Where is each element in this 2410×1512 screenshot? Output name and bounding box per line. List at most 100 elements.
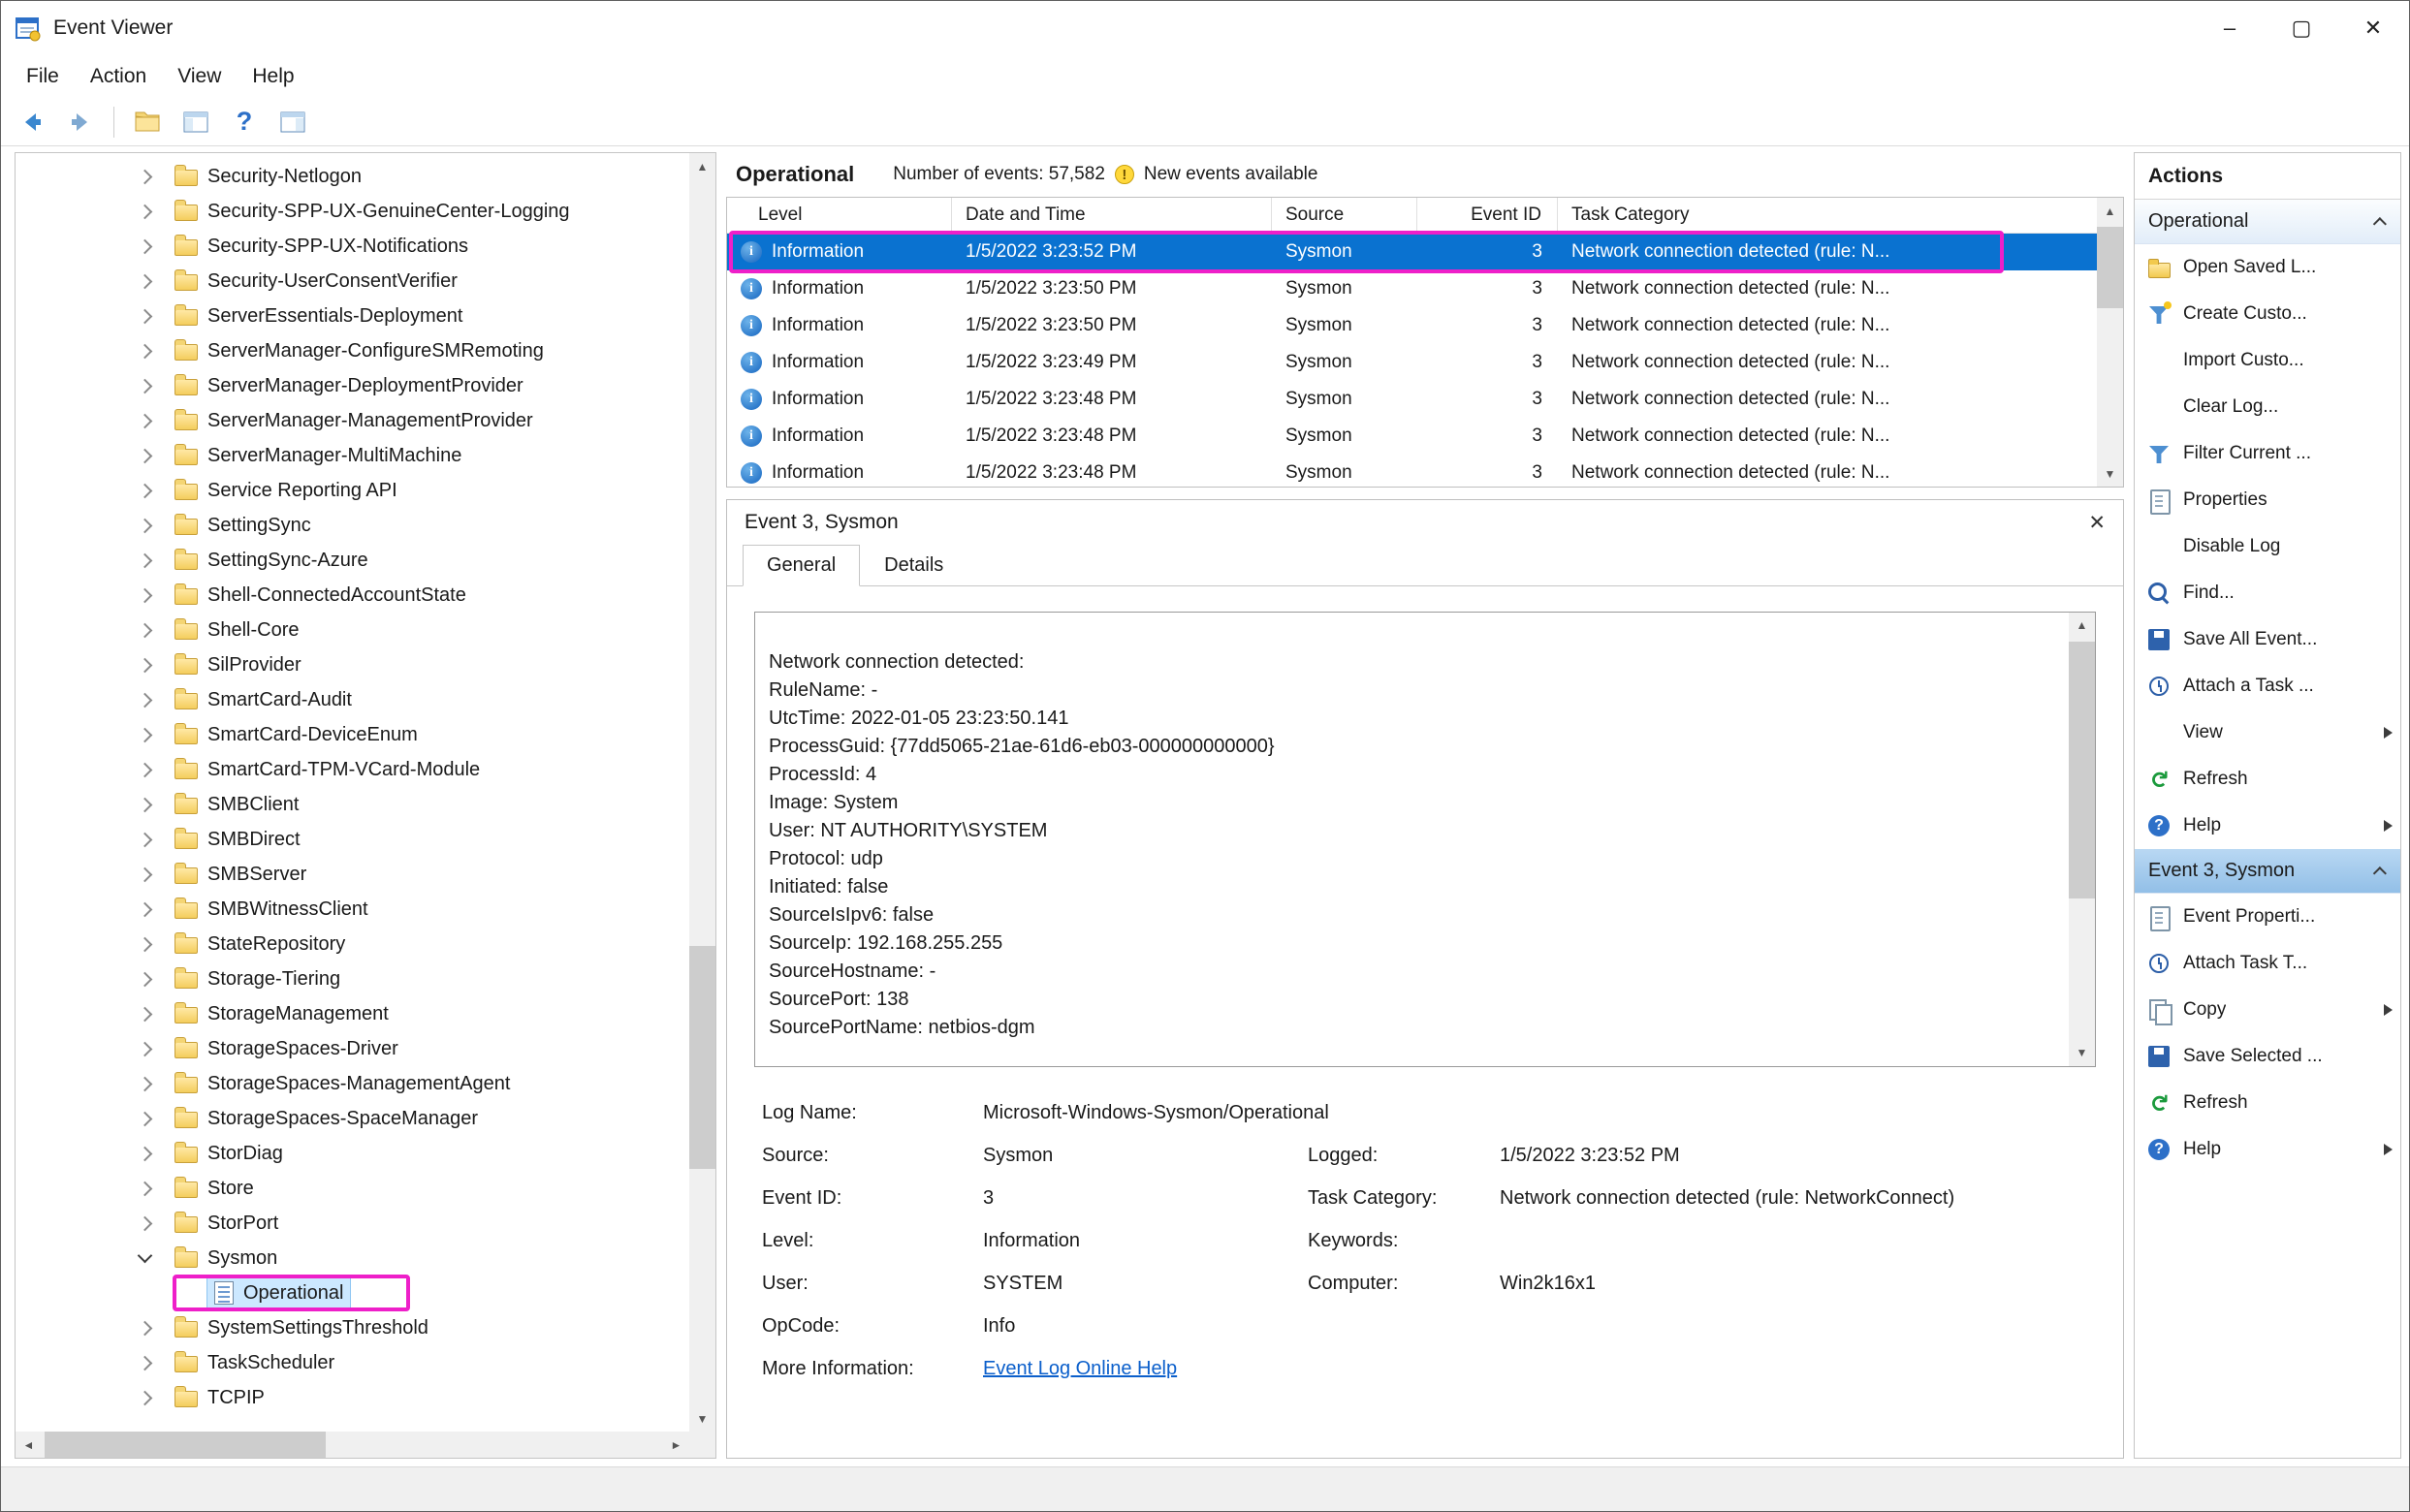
column-header-source[interactable]: Source: [1272, 198, 1417, 233]
tree-item-body[interactable]: SmartCard-DeviceEnum: [168, 721, 425, 749]
tree-item[interactable]: Shell-Core: [16, 613, 689, 647]
tree-item-body[interactable]: SMBServer: [168, 861, 313, 889]
expand-chevron-icon[interactable]: [138, 866, 153, 882]
tree-item-body[interactable]: TCPIP: [168, 1384, 271, 1412]
close-button[interactable]: ✕: [2337, 1, 2409, 55]
maximize-button[interactable]: ▢: [2266, 1, 2337, 55]
tree-item-body[interactable]: Sysmon: [168, 1244, 284, 1273]
column-header-level[interactable]: Level: [727, 198, 952, 233]
expand-chevron-icon[interactable]: [138, 204, 153, 219]
action-item[interactable]: Clear Log...: [2135, 384, 2400, 430]
action-item[interactable]: Open Saved L...: [2135, 244, 2400, 291]
tree-item[interactable]: TCPIP: [16, 1380, 689, 1415]
tree-item[interactable]: StorageSpaces-Driver: [16, 1031, 689, 1066]
tree-item[interactable]: StateRepository: [16, 927, 689, 961]
tree-item-body[interactable]: StorPort: [168, 1210, 285, 1238]
action-item[interactable]: Import Custo...: [2135, 337, 2400, 384]
event-row[interactable]: Information 1/5/2022 3:23:50 PM Sysmon 3…: [727, 307, 2097, 344]
action-item[interactable]: Attach Task T...: [2135, 940, 2400, 987]
tab-details[interactable]: Details: [860, 545, 967, 586]
scroll-thumb[interactable]: [45, 1432, 326, 1458]
tree-item[interactable]: SmartCard-Audit: [16, 682, 689, 717]
expand-chevron-icon[interactable]: [138, 518, 153, 533]
events-vertical-scrollbar[interactable]: ▲ ▼: [2097, 198, 2123, 487]
scroll-left-icon[interactable]: ◄: [16, 1432, 42, 1458]
tree-item[interactable]: SettingSync: [16, 508, 689, 543]
scroll-up-icon[interactable]: ▲: [2069, 613, 2095, 639]
action-section-header-event[interactable]: Event 3, Sysmon: [2135, 849, 2400, 894]
tree-item[interactable]: SMBDirect: [16, 822, 689, 857]
expand-chevron-icon[interactable]: [138, 1006, 153, 1022]
tree-item[interactable]: ServerEssentials-Deployment: [16, 299, 689, 333]
event-row[interactable]: Information 1/5/2022 3:23:49 PM Sysmon 3…: [727, 344, 2097, 381]
action-item[interactable]: Event Properti...: [2135, 894, 2400, 940]
tree-item-body[interactable]: Security-UserConsentVerifier: [168, 268, 464, 296]
tree-item-body[interactable]: Security-Netlogon: [168, 163, 368, 191]
action-item[interactable]: Help: [2135, 803, 2400, 849]
expand-chevron-icon[interactable]: [138, 587, 153, 603]
tree-item-body[interactable]: ServerManager-ConfigureSMRemoting: [168, 337, 551, 365]
tree-item-body[interactable]: StorageManagement: [168, 1000, 396, 1028]
tree-item[interactable]: Operational: [16, 1276, 689, 1310]
expand-chevron-icon[interactable]: [138, 1390, 153, 1405]
tree-item-body[interactable]: Security-SPP-UX-Notifications: [168, 233, 475, 261]
action-item[interactable]: Save All Event...: [2135, 616, 2400, 663]
action-item[interactable]: Copy: [2135, 987, 2400, 1033]
expand-chevron-icon[interactable]: [138, 692, 153, 708]
menu-item[interactable]: File: [11, 55, 75, 98]
event-row[interactable]: Information 1/5/2022 3:23:50 PM Sysmon 3…: [727, 270, 2097, 307]
expand-chevron-icon[interactable]: [138, 273, 153, 289]
tree-item[interactable]: SMBServer: [16, 857, 689, 892]
action-item[interactable]: Refresh: [2135, 1080, 2400, 1126]
tree-item-body[interactable]: SystemSettingsThreshold: [168, 1314, 435, 1342]
tree-item-body[interactable]: Shell-Core: [168, 616, 305, 645]
tree-item-body[interactable]: Operational: [207, 1278, 350, 1307]
tree-item-body[interactable]: Store: [168, 1175, 261, 1203]
tree-item[interactable]: StorageSpaces-ManagementAgent: [16, 1066, 689, 1101]
event-row[interactable]: Information 1/5/2022 3:23:48 PM Sysmon 3…: [727, 381, 2097, 418]
tree-horizontal-scrollbar[interactable]: ◄ ►: [16, 1432, 689, 1458]
expand-chevron-icon[interactable]: [138, 1355, 153, 1370]
tree-item-body[interactable]: TaskScheduler: [168, 1349, 341, 1377]
tree-item[interactable]: Service Reporting API: [16, 473, 689, 508]
scroll-right-icon[interactable]: ►: [663, 1432, 689, 1458]
action-item[interactable]: Save Selected ...: [2135, 1033, 2400, 1080]
expand-chevron-icon[interactable]: [138, 1215, 153, 1231]
tree-item-body[interactable]: ServerManager-ManagementProvider: [168, 407, 540, 435]
tree-item[interactable]: SmartCard-DeviceEnum: [16, 717, 689, 752]
expand-chevron-icon[interactable]: [138, 378, 153, 394]
action-item[interactable]: Find...: [2135, 570, 2400, 616]
tree-item-body[interactable]: StorDiag: [168, 1140, 290, 1168]
back-button[interactable]: [11, 102, 53, 142]
tree-item[interactable]: ServerManager-DeploymentProvider: [16, 368, 689, 403]
tree-item[interactable]: StorageManagement: [16, 996, 689, 1031]
tree-item[interactable]: StorageSpaces-SpaceManager: [16, 1101, 689, 1136]
expand-chevron-icon[interactable]: [138, 1247, 153, 1263]
help-button[interactable]: ?: [223, 102, 266, 142]
tree-item[interactable]: ServerManager-ManagementProvider: [16, 403, 689, 438]
tree-item-body[interactable]: Service Reporting API: [168, 477, 404, 505]
tree-item[interactable]: StorDiag: [16, 1136, 689, 1171]
expand-chevron-icon[interactable]: [138, 797, 153, 812]
tree-item-body[interactable]: SMBClient: [168, 791, 305, 819]
expand-chevron-icon[interactable]: [138, 169, 153, 184]
expand-chevron-icon[interactable]: [138, 1181, 153, 1196]
tree-item-body[interactable]: SMBWitnessClient: [168, 896, 375, 924]
tree-item-body[interactable]: StorageSpaces-SpaceManager: [168, 1105, 485, 1133]
detail-close-icon[interactable]: ✕: [2088, 511, 2106, 535]
action-section-header-operational[interactable]: Operational: [2135, 200, 2400, 244]
show-action-pane-button[interactable]: [271, 102, 314, 142]
expand-chevron-icon[interactable]: [138, 901, 153, 917]
expand-chevron-icon[interactable]: [138, 657, 153, 673]
scroll-up-icon[interactable]: ▲: [2097, 198, 2123, 224]
expand-chevron-icon[interactable]: [138, 1111, 153, 1126]
menu-item[interactable]: Help: [237, 55, 309, 98]
tree-item-body[interactable]: SmartCard-TPM-VCard-Module: [168, 756, 487, 784]
tab-general[interactable]: General: [743, 545, 860, 586]
tree-item-body[interactable]: SettingSync: [168, 512, 318, 540]
tree-item[interactable]: TaskScheduler: [16, 1345, 689, 1380]
tree-item[interactable]: SMBClient: [16, 787, 689, 822]
tree-item-body[interactable]: SettingSync-Azure: [168, 547, 375, 575]
tree-item[interactable]: SmartCard-TPM-VCard-Module: [16, 752, 689, 787]
expand-chevron-icon[interactable]: [138, 622, 153, 638]
